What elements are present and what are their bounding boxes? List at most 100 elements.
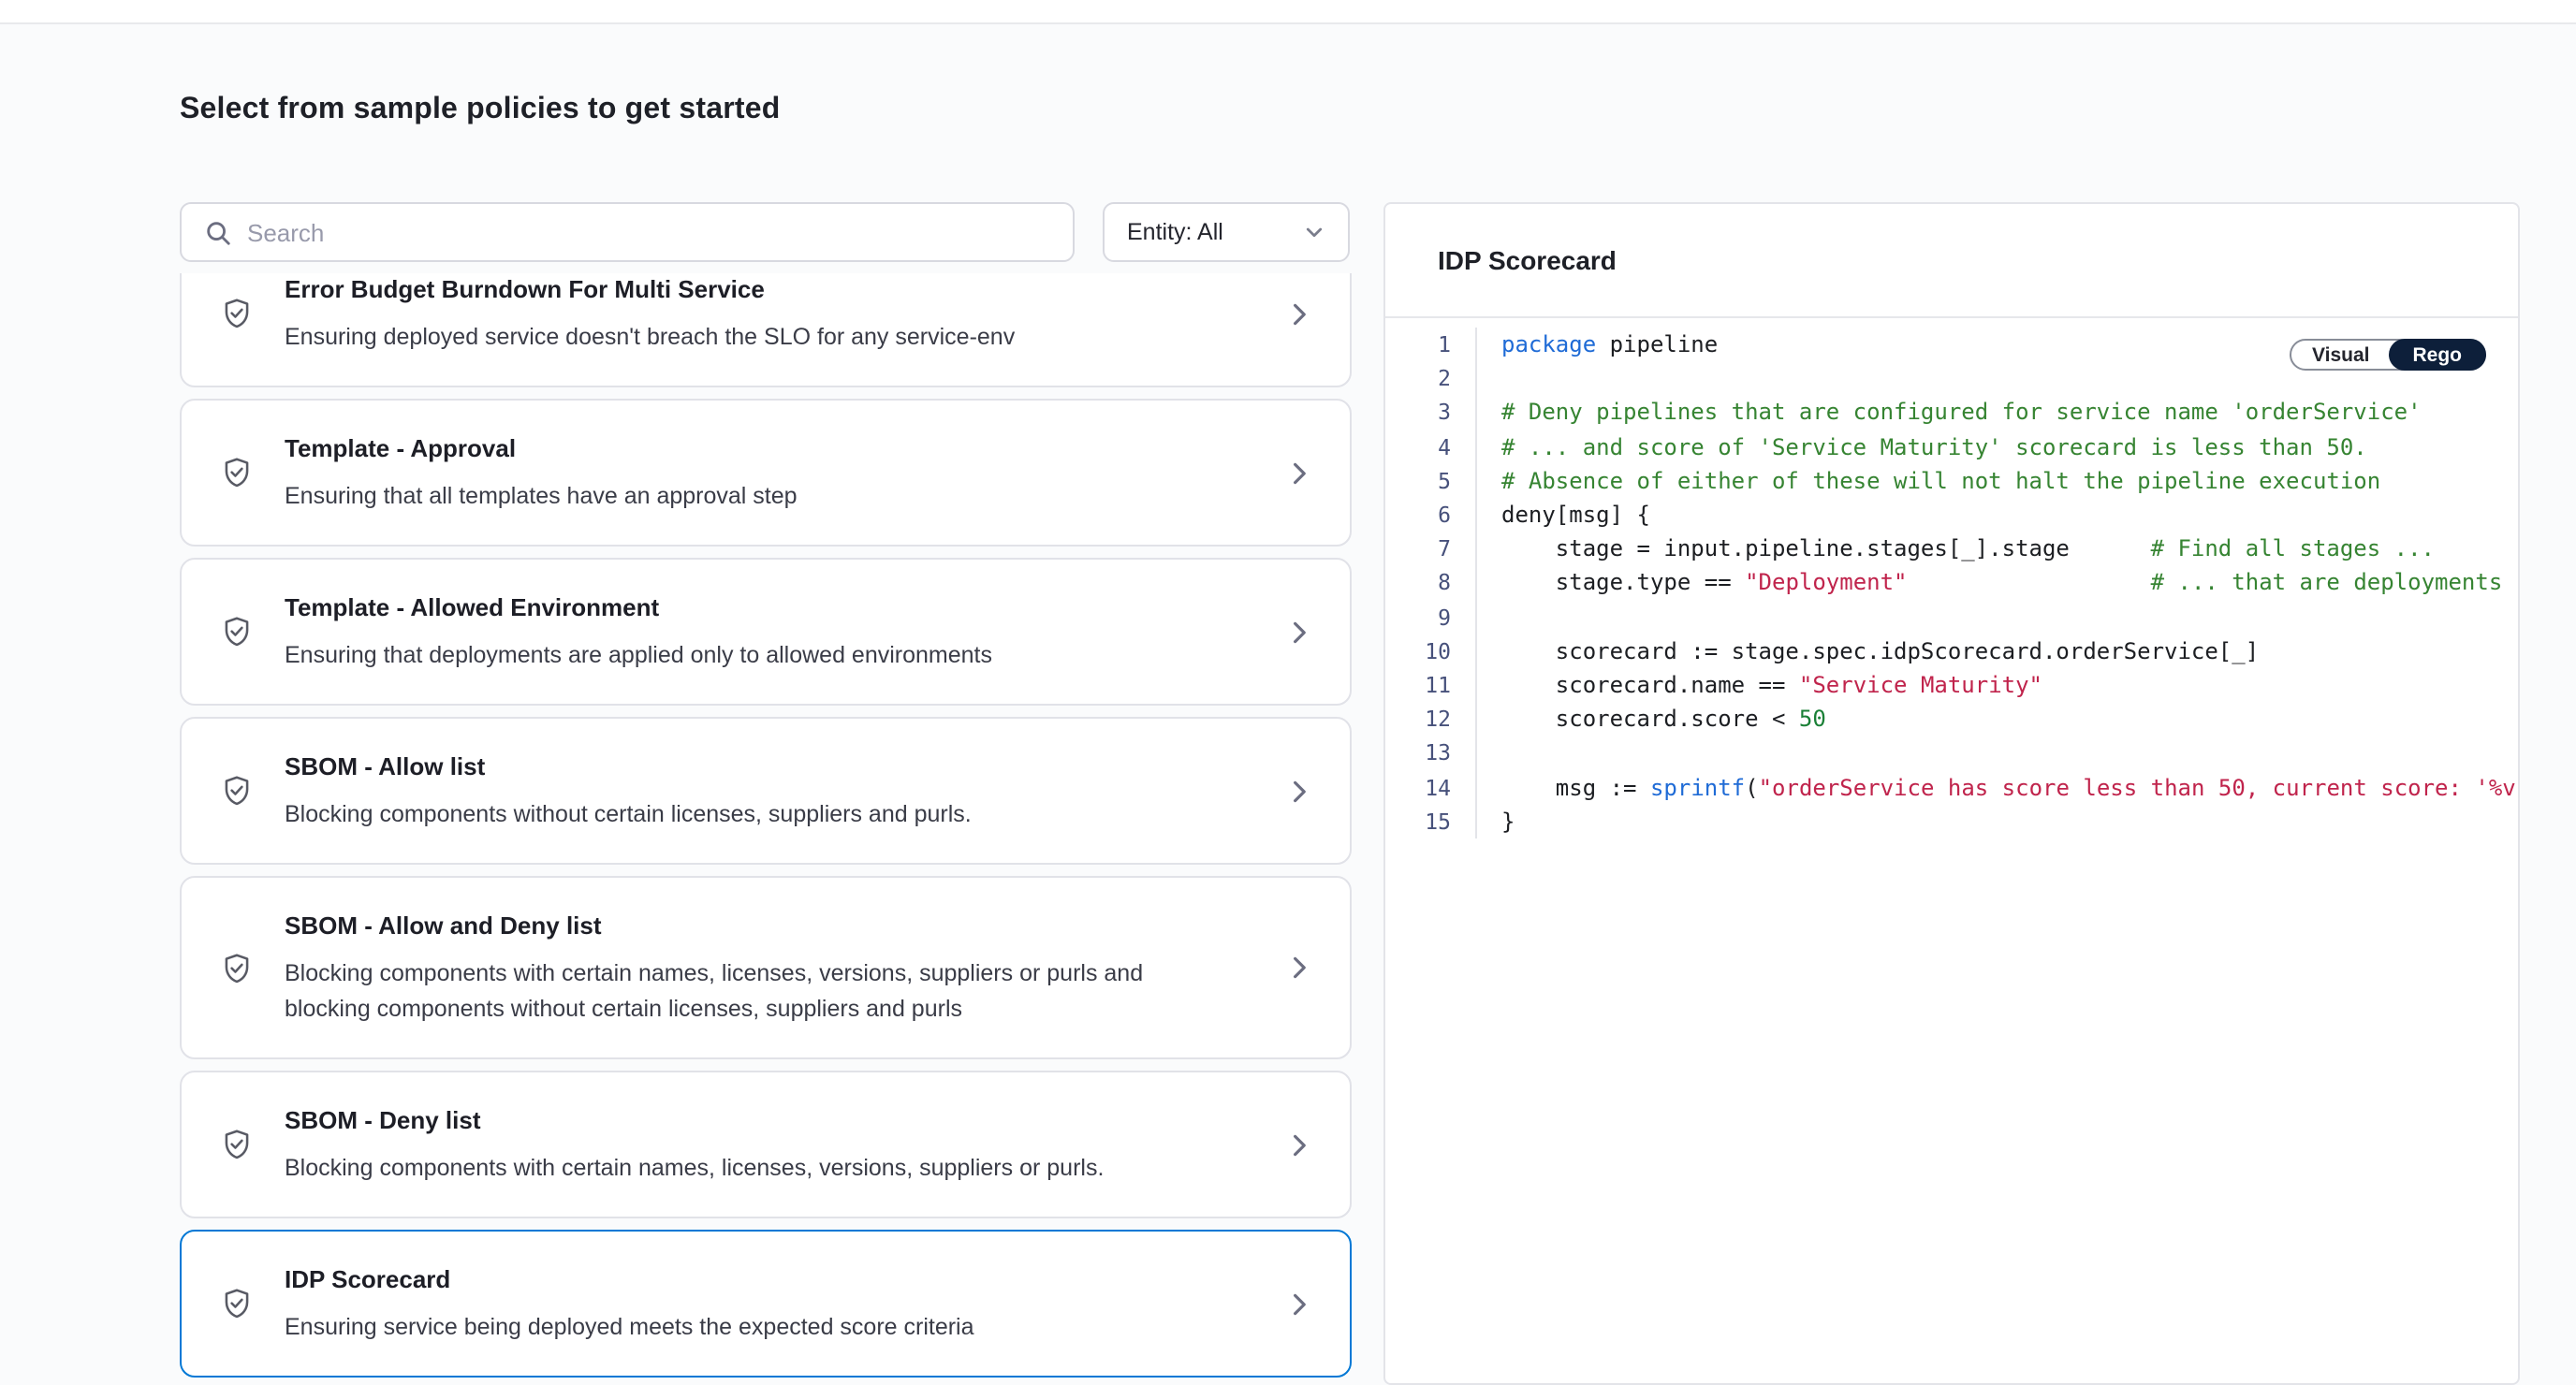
policy-card-text: SBOM - Deny list Blocking components wit… [285, 1102, 1256, 1187]
toggle-option-visual[interactable]: Visual [2291, 341, 2391, 369]
chevron-right-icon[interactable] [1286, 955, 1312, 981]
line-content: # ... and score of 'Service Maturity' sc… [1475, 430, 2518, 463]
policy-card[interactable]: SBOM - Deny list Blocking components wit… [180, 1071, 1352, 1218]
code-line: 11 scorecard.name == "Service Maturity" [1385, 668, 2518, 702]
policy-card-text: Template - Allowed Environment Ensuring … [285, 590, 1256, 674]
policy-shield-icon [219, 296, 255, 331]
search-input[interactable] [247, 218, 1050, 246]
policy-shield-icon [219, 614, 255, 649]
policy-card-text: SBOM - Allow list Blocking components wi… [285, 749, 1256, 833]
code-line: 13 [1385, 736, 2518, 770]
line-number: 13 [1385, 740, 1475, 766]
policy-shield-icon [219, 1286, 255, 1321]
top-bar [0, 0, 2576, 24]
code-line: 15 } [1385, 804, 2518, 838]
policy-card[interactable]: Error Budget Burndown For Multi Service … [180, 273, 1352, 387]
search-box[interactable] [180, 202, 1075, 262]
policy-card[interactable]: SBOM - Allow list Blocking components wi… [180, 717, 1352, 865]
policy-description: Blocking components with certain names, … [285, 1151, 1202, 1187]
line-number: 11 [1385, 672, 1475, 698]
chevron-down-icon [1303, 221, 1325, 243]
policy-shield-icon [219, 1127, 255, 1162]
policy-title: SBOM - Allow and Deny list [285, 908, 1256, 943]
policy-title: Template - Approval [285, 430, 1256, 466]
panel-header: IDP Scorecard [1385, 204, 2518, 318]
line-content: } [1475, 804, 2518, 838]
policy-card-text: Error Budget Burndown For Multi Service … [285, 273, 1256, 356]
code-line: 8 stage.type == "Deployment" # ... that … [1385, 566, 2518, 600]
policy-card[interactable]: Template - Allowed Environment Ensuring … [180, 558, 1352, 706]
line-number: 4 [1385, 433, 1475, 459]
line-number: 10 [1385, 638, 1475, 664]
code-line: 4 # ... and score of 'Service Maturity' … [1385, 430, 2518, 463]
policy-card[interactable]: IDP Scorecard Ensuring service being dep… [180, 1230, 1352, 1378]
chevron-right-icon[interactable] [1286, 459, 1312, 486]
code-line: 10 scorecard := stage.spec.idpScorecard.… [1385, 634, 2518, 667]
line-content: stage = input.pipeline.stages[_].stage #… [1475, 532, 2518, 565]
policy-title: SBOM - Allow list [285, 749, 1256, 784]
line-number: 12 [1385, 706, 1475, 732]
policy-title: Error Budget Burndown For Multi Service [285, 273, 1256, 307]
line-number: 6 [1385, 502, 1475, 528]
policy-card[interactable]: SBOM - Allow and Deny list Blocking comp… [180, 876, 1352, 1059]
line-content: scorecard.name == "Service Maturity" [1475, 668, 2518, 702]
code-editor[interactable]: 1 package pipeline 2 3 # Deny pipelines … [1385, 318, 2518, 838]
line-content [1475, 600, 2518, 634]
line-content: # Absence of either of these will not ha… [1475, 464, 2518, 498]
view-mode-toggle: Visual Rego [2290, 339, 2486, 371]
line-number: 1 [1385, 331, 1475, 357]
code-line: 12 scorecard.score < 50 [1385, 702, 2518, 736]
policy-description: Ensuring that all templates have an appr… [285, 479, 1202, 515]
search-icon [204, 218, 232, 246]
line-content: stage.type == "Deployment" # ... that ar… [1475, 566, 2518, 600]
policy-detail-panel: IDP Scorecard Visual Rego 1 package pipe… [1383, 202, 2520, 1385]
policy-shield-icon [219, 773, 255, 809]
line-number: 3 [1385, 400, 1475, 426]
policy-description: Ensuring service being deployed meets th… [285, 1310, 1202, 1346]
code-line: 7 stage = input.pipeline.stages[_].stage… [1385, 532, 2518, 565]
policy-description: Ensuring that deployments are applied on… [285, 638, 1202, 674]
policy-card-text: SBOM - Allow and Deny list Blocking comp… [285, 908, 1256, 1028]
line-content: scorecard.score < 50 [1475, 702, 2518, 736]
policy-shield-icon [219, 950, 255, 985]
chevron-right-icon[interactable] [1286, 1290, 1312, 1317]
page-title: Select from sample policies to get start… [180, 94, 781, 127]
policy-description: Blocking components without certain lice… [285, 797, 1202, 833]
policy-description: Blocking components with certain names, … [285, 956, 1202, 1028]
policy-list: Error Budget Burndown For Multi Service … [180, 273, 1352, 1385]
line-number: 9 [1385, 604, 1475, 630]
line-content: scorecard := stage.spec.idpScorecard.ord… [1475, 634, 2518, 667]
line-content: deny[msg] { [1475, 498, 2518, 532]
line-number: 8 [1385, 570, 1475, 596]
line-number: 2 [1385, 366, 1475, 392]
code-line: 9 [1385, 600, 2518, 634]
line-number: 15 [1385, 808, 1475, 834]
entity-filter-label: Entity: All [1127, 219, 1223, 245]
code-line: 3 # Deny pipelines that are configured f… [1385, 396, 2518, 430]
code-line: 6 deny[msg] { [1385, 498, 2518, 532]
line-number: 14 [1385, 774, 1475, 800]
policy-title: IDP Scorecard [285, 1261, 1256, 1297]
chevron-right-icon[interactable] [1286, 619, 1312, 645]
line-number: 5 [1385, 468, 1475, 494]
line-content: # Deny pipelines that are configured for… [1475, 396, 2518, 430]
code-line: 14 msg := sprintf("orderService has scor… [1385, 770, 2518, 804]
toggle-option-rego[interactable]: Rego [2389, 339, 2487, 371]
policy-card[interactable]: Template - Approval Ensuring that all te… [180, 399, 1352, 547]
chevron-right-icon[interactable] [1286, 300, 1312, 327]
panel-title: IDP Scorecard [1438, 245, 1617, 275]
line-number: 7 [1385, 535, 1475, 561]
policy-card-text: IDP Scorecard Ensuring service being dep… [285, 1261, 1256, 1346]
policy-shield-icon [219, 455, 255, 490]
chevron-right-icon[interactable] [1286, 1131, 1312, 1158]
policy-title: SBOM - Deny list [285, 1102, 1256, 1138]
policy-title: Template - Allowed Environment [285, 590, 1256, 625]
policy-card-text: Template - Approval Ensuring that all te… [285, 430, 1256, 515]
line-content: msg := sprintf("orderService has score l… [1475, 770, 2518, 804]
page: Select from sample policies to get start… [0, 0, 2576, 1385]
policy-description: Ensuring deployed service doesn't breach… [285, 320, 1202, 356]
entity-filter-dropdown[interactable]: Entity: All [1103, 202, 1350, 262]
code-line: 5 # Absence of either of these will not … [1385, 464, 2518, 498]
line-content [1475, 736, 2518, 770]
chevron-right-icon[interactable] [1286, 778, 1312, 804]
